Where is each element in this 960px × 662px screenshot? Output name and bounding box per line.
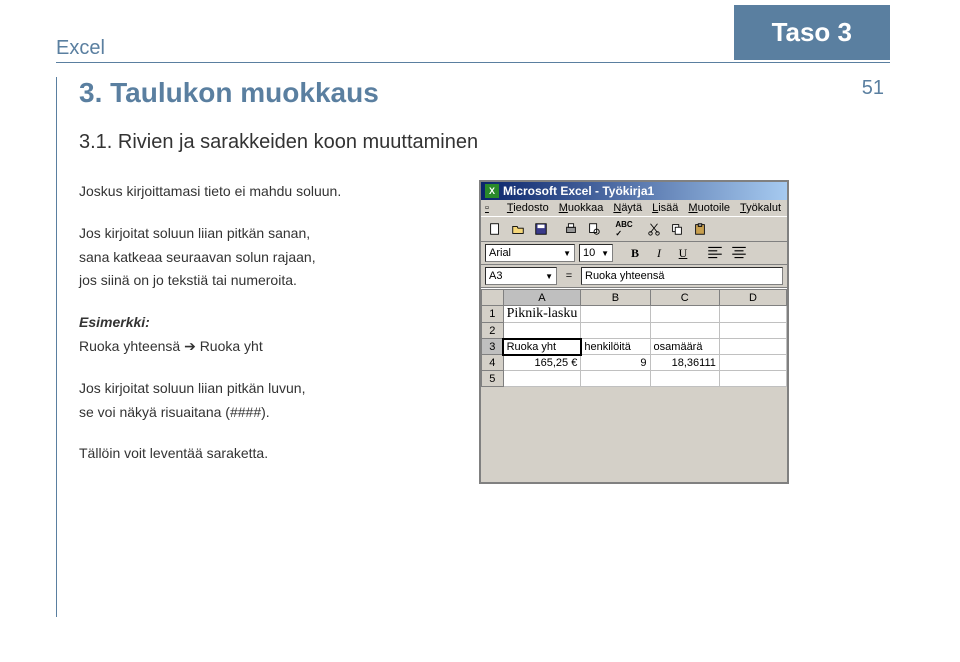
paragraph-1: Joskus kirjoittamasi tieto ei mahdu solu… [79, 180, 439, 204]
excel-formula-bar: A3▼ = Ruoka yhteensä [481, 265, 787, 288]
font-size-combo[interactable]: 10▼ [579, 244, 613, 262]
page-header: Excel Taso 3 [0, 0, 960, 60]
excel-grid[interactable]: A B C D 1 Piknik-lasku 2 [481, 288, 787, 387]
col-header-c[interactable]: C [650, 290, 719, 306]
doc-icon: ▫ [485, 202, 497, 214]
cell[interactable] [650, 323, 719, 339]
bold-button[interactable]: B [625, 244, 645, 262]
cell[interactable] [581, 323, 650, 339]
cell[interactable]: osamäärä [650, 339, 719, 355]
table-row: 2 [482, 323, 787, 339]
equals-label: = [561, 270, 577, 282]
excel-title-text: Microsoft Excel - Työkirja1 [503, 184, 654, 198]
header-app: Excel [56, 37, 734, 60]
cell[interactable] [719, 371, 786, 387]
open-file-icon[interactable] [508, 219, 528, 239]
underline-button[interactable]: U [673, 244, 693, 262]
table-row: 1 Piknik-lasku [482, 306, 787, 323]
formula-input[interactable]: Ruoka yhteensä [581, 267, 783, 285]
paste-icon[interactable] [690, 219, 710, 239]
cell[interactable] [503, 371, 581, 387]
cell[interactable] [719, 323, 786, 339]
menu-muokkaa[interactable]: Muokkaa [559, 202, 604, 214]
name-box[interactable]: A3▼ [485, 267, 557, 285]
print-icon[interactable] [561, 219, 581, 239]
font-name-combo[interactable]: Arial▼ [485, 244, 575, 262]
menu-muotoile[interactable]: Muotoile [688, 202, 730, 214]
menu-tiedosto[interactable]: Tiedosto [507, 202, 549, 214]
cell[interactable]: 165,25 € [503, 355, 581, 371]
cell[interactable]: Piknik-lasku [503, 306, 581, 323]
page-number: 51 [862, 77, 884, 100]
table-row: 3 Ruoka yht henkilöitä osamäärä [482, 339, 787, 355]
section-title: 3. Taulukon muokkaus [79, 77, 960, 109]
paragraph-4: Tällöin voit leventää saraketta. [79, 442, 439, 466]
italic-button[interactable]: I [649, 244, 669, 262]
select-all-corner[interactable] [482, 290, 504, 306]
table-row: 5 [482, 371, 787, 387]
cell-selected[interactable]: Ruoka yht [503, 339, 581, 355]
cell[interactable] [650, 371, 719, 387]
cell[interactable] [719, 306, 786, 323]
new-file-icon[interactable] [485, 219, 505, 239]
excel-window: X Microsoft Excel - Työkirja1 ▫ Tiedosto… [479, 180, 789, 484]
content-area: 51 3. Taulukon muokkaus 3.1. Rivien ja s… [56, 77, 960, 617]
excel-logo-icon: X [485, 184, 499, 198]
cell[interactable] [503, 323, 581, 339]
cell[interactable] [719, 339, 786, 355]
menu-nayta[interactable]: Näytä [613, 202, 642, 214]
excel-format-toolbar: Arial▼ 10▼ B I U [481, 242, 787, 265]
excel-menubar[interactable]: ▫ Tiedosto Muokkaa Näytä Lisää Muotoile … [481, 200, 787, 216]
cell[interactable] [581, 306, 650, 323]
menu-lisaa[interactable]: Lisää [652, 202, 678, 214]
paragraph-3: Jos kirjoitat soluun liian pitkän luvun,… [79, 377, 439, 425]
section-subtitle: 3.1. Rivien ja sarakkeiden koon muuttami… [79, 131, 960, 154]
print-preview-icon[interactable] [584, 219, 604, 239]
cell[interactable]: 9 [581, 355, 650, 371]
col-header-b[interactable]: B [581, 290, 650, 306]
col-header-d[interactable]: D [719, 290, 786, 306]
header-rule [56, 62, 890, 63]
header-level-badge: Taso 3 [734, 5, 890, 60]
body-text: Joskus kirjoittamasi tieto ei mahdu solu… [79, 180, 439, 484]
align-center-button[interactable] [729, 244, 749, 262]
menu-tyokalut[interactable]: Työkalut [740, 202, 781, 214]
cell[interactable] [581, 371, 650, 387]
spellcheck-icon[interactable]: ABC✓ [614, 219, 634, 239]
cut-icon[interactable] [644, 219, 664, 239]
cell[interactable]: henkilöitä [581, 339, 650, 355]
excel-titlebar: X Microsoft Excel - Työkirja1 [481, 182, 787, 200]
save-icon[interactable] [531, 219, 551, 239]
align-left-button[interactable] [705, 244, 725, 262]
cell[interactable] [650, 306, 719, 323]
col-header-a[interactable]: A [503, 290, 581, 306]
cell[interactable] [719, 355, 786, 371]
paragraph-2: Jos kirjoitat soluun liian pitkän sanan,… [79, 222, 439, 293]
cell[interactable]: 18,36111 [650, 355, 719, 371]
example-block: Esimerkki: Ruoka yhteensä ➔ Ruoka yht [79, 311, 439, 359]
table-row: 4 165,25 € 9 18,36111 [482, 355, 787, 371]
excel-standard-toolbar: ABC✓ [481, 216, 787, 242]
copy-icon[interactable] [667, 219, 687, 239]
